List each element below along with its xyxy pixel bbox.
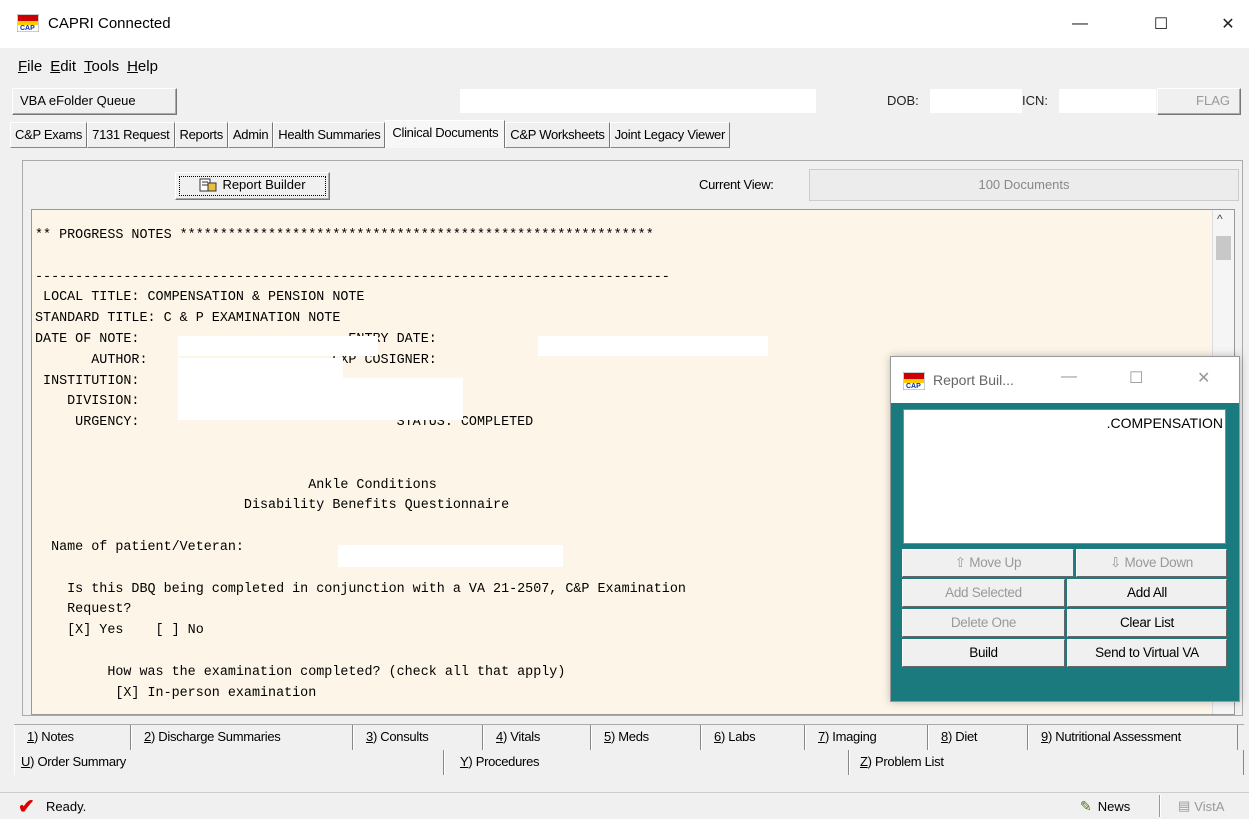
bottom-tabs-row1: 1) Notes 2) Discharge Summaries 3) Consu… (14, 724, 1244, 750)
close-button[interactable]: ✕ (1208, 8, 1248, 40)
patient-bar: VBA eFolder Queue DOB: ICN: FLAG (0, 86, 1249, 116)
btab-diet[interactable]: 8) Diet (928, 725, 1028, 750)
rb-maximize-button[interactable]: ☐ (1129, 368, 1143, 388)
clear-list-button[interactable]: Clear List (1067, 609, 1227, 637)
rb-minimize-button[interactable]: — (1061, 368, 1077, 386)
arrow-down-icon: ⇩ (1109, 555, 1121, 570)
redacted-institution (178, 378, 463, 398)
btab-meds[interactable]: 5) Meds (591, 725, 701, 750)
delete-one-button[interactable]: Delete One (902, 609, 1065, 637)
capri-main-window: CAP CAPRI Connected — ☐ ✕ File Edit Tool… (0, 0, 1249, 818)
move-up-button[interactable]: ⇧ Move Up (902, 549, 1074, 577)
add-selected-button[interactable]: Add Selected (902, 579, 1065, 607)
flag-button[interactable]: FLAG (1157, 88, 1241, 115)
redacted-division (178, 398, 463, 420)
build-button[interactable]: Build (902, 639, 1065, 667)
status-text: Ready. (46, 799, 87, 814)
title-bar: CAP CAPRI Connected — ☐ ✕ (0, 0, 1249, 48)
tab-cp-exams[interactable]: C&P Exams (10, 122, 88, 148)
report-builder-list-item[interactable]: .COMPENSATION (1107, 415, 1223, 431)
menu-help[interactable]: Help (127, 58, 158, 75)
vista-indicator: ▤ VistA (1178, 798, 1225, 814)
btab-imaging[interactable]: 7) Imaging (805, 725, 928, 750)
document-text: ** PROGRESS NOTES **********************… (35, 228, 686, 701)
bottom-tabs-row2: U) Order Summary Y) Procedures Z) Proble… (14, 750, 1244, 775)
report-builder-title: Report Buil... (933, 372, 1014, 388)
dob-value (930, 89, 1022, 113)
report-builder-icon (199, 178, 217, 192)
redacted-patient-name (338, 545, 563, 567)
minimize-button[interactable]: — (1060, 8, 1100, 40)
report-builder-label: Report Builder (222, 177, 306, 192)
svg-text:CAP: CAP (906, 383, 921, 390)
main-tabs: C&P Exams 7131 Request Reports Admin Hea… (10, 120, 731, 148)
report-builder-button[interactable]: Report Builder (175, 172, 330, 200)
check-icon: ✔ (18, 796, 35, 818)
menu-bar: File Edit Tools Help (0, 52, 158, 80)
computer-icon: ▤ (1178, 798, 1191, 813)
pencil-icon: ✎ (1080, 798, 1092, 814)
svg-text:CAP: CAP (20, 25, 35, 32)
send-to-virtual-va-button[interactable]: Send to Virtual VA (1067, 639, 1227, 667)
btab-vitals[interactable]: 4) Vitals (483, 725, 591, 750)
redacted-entry-date (538, 336, 768, 356)
window-title: CAPRI Connected (48, 15, 171, 32)
tab-joint-legacy-viewer[interactable]: Joint Legacy Viewer (609, 122, 731, 148)
btab-labs[interactable]: 6) Labs (701, 725, 805, 750)
report-builder-title-bar: CAP Report Buil... — ☐ ✕ (891, 357, 1239, 403)
menu-tools[interactable]: Tools (84, 58, 119, 75)
maximize-button[interactable]: ☐ (1141, 8, 1181, 40)
status-separator (1159, 795, 1161, 817)
patient-name-field (460, 89, 816, 113)
btab-discharge-summaries[interactable]: 2) Discharge Summaries (131, 725, 353, 750)
dob-label: DOB: (887, 93, 919, 108)
scroll-up-icon[interactable]: ^ (1217, 212, 1223, 226)
report-builder-list[interactable]: .COMPENSATION (903, 409, 1226, 544)
icn-value (1059, 89, 1156, 113)
add-all-button[interactable]: Add All (1067, 579, 1227, 607)
redacted-date-of-note (178, 336, 378, 356)
btab-nutritional-assessment[interactable]: 9) Nutritional Assessment (1028, 725, 1238, 750)
btab-procedures[interactable]: Y) Procedures (444, 750, 849, 775)
tab-reports[interactable]: Reports (174, 122, 228, 148)
tab-7131-request[interactable]: 7131 Request (87, 122, 175, 148)
tab-clinical-documents[interactable]: Clinical Documents (385, 120, 506, 148)
rb-close-button[interactable]: ✕ (1197, 368, 1210, 388)
redacted-author (178, 358, 343, 378)
current-view-value: 100 Documents (809, 169, 1239, 201)
move-down-button[interactable]: ⇩ Move Down (1076, 549, 1227, 577)
report-builder-window: CAP Report Buil... — ☐ ✕ .COMPENSATION ⇧… (890, 356, 1240, 702)
capri-app-icon: CAP (17, 14, 39, 32)
tab-health-summaries[interactable]: Health Summaries (273, 122, 386, 148)
btab-consults[interactable]: 3) Consults (353, 725, 483, 750)
current-view-label: Current View: (699, 177, 774, 192)
vba-efolder-queue-button[interactable]: VBA eFolder Queue (12, 88, 177, 115)
btab-notes[interactable]: 1) Notes (14, 725, 131, 750)
btab-order-summary[interactable]: U) Order Summary (14, 750, 444, 775)
tab-cp-worksheets[interactable]: C&P Worksheets (505, 122, 610, 148)
tab-admin[interactable]: Admin (227, 122, 274, 148)
news-button[interactable]: ✎ News (1080, 798, 1130, 815)
btab-problem-list[interactable]: Z) Problem List (849, 750, 1244, 775)
menu-edit[interactable]: Edit (50, 58, 76, 75)
capri-app-icon: CAP (903, 372, 925, 390)
arrow-up-icon: ⇧ (954, 555, 966, 570)
scroll-thumb[interactable] (1216, 236, 1231, 260)
status-bar: ✔ Ready. ✎ News ▤ VistA (0, 792, 1249, 818)
menu-file[interactable]: File (18, 58, 42, 75)
icn-label: ICN: (1022, 93, 1048, 108)
